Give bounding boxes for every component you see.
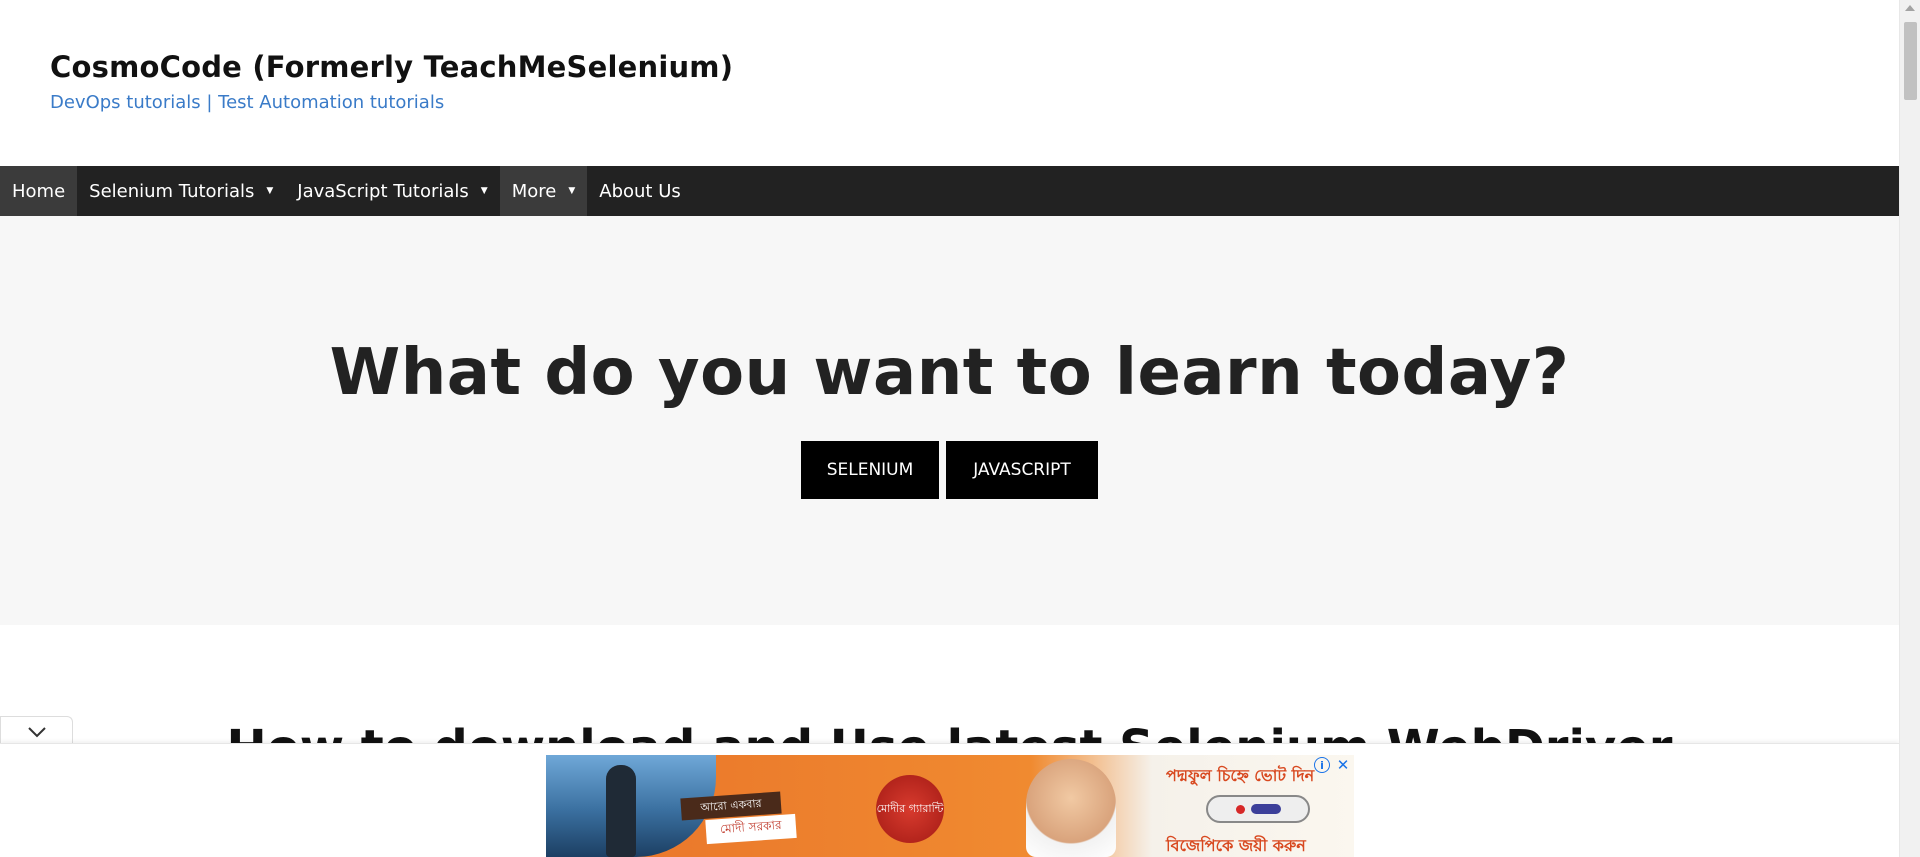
info-icon[interactable]: i	[1314, 757, 1330, 773]
nav-item-selenium-tutorials[interactable]: Selenium Tutorials ▼	[77, 166, 285, 216]
site-title[interactable]: CosmoCode (Formerly TeachMeSelenium)	[50, 50, 733, 84]
nav-item-label: Home	[12, 180, 66, 202]
caret-down-icon: ▼	[568, 186, 576, 196]
nav-item-label: About Us	[599, 180, 681, 202]
hero-title: What do you want to learn today?	[329, 336, 1570, 410]
vertical-scrollbar[interactable]	[1899, 0, 1920, 857]
caret-down-icon: ▼	[480, 186, 488, 196]
ad-statue-image	[606, 765, 636, 857]
nav-item-home[interactable]: Home	[0, 166, 78, 216]
close-icon[interactable]: ✕	[1334, 756, 1352, 774]
ad-label-line2: মোদী সরকার	[705, 813, 797, 845]
site-header: CosmoCode (Formerly TeachMeSelenium) Dev…	[0, 0, 1899, 166]
ad-collapse-toggle[interactable]	[0, 716, 73, 746]
nav-item-about-us[interactable]: About Us	[587, 166, 693, 216]
evm-red-dot-icon	[1235, 804, 1245, 814]
nav-item-label: More	[511, 180, 557, 202]
page: CosmoCode (Formerly TeachMeSelenium) Dev…	[0, 0, 1899, 857]
chevron-down-icon	[27, 726, 46, 737]
evm-button-icon	[1250, 804, 1281, 814]
nav-item-more[interactable]: More ▼	[499, 166, 588, 216]
hero-section: What do you want to learn today? SELENIU…	[0, 216, 1899, 625]
ad-headline: পদ্মফুল চিহ্নে ভোট দিন	[1166, 766, 1315, 785]
ad-seal: মোদীর গ্যারান্টি	[876, 775, 944, 843]
nav-item-label: JavaScript Tutorials	[297, 180, 469, 202]
scrollbar-thumb[interactable]	[1904, 22, 1917, 100]
nav-item-label: Selenium Tutorials	[89, 180, 255, 202]
scroll-up-arrow-icon[interactable]	[1905, 5, 1915, 11]
ad-cta: বিজেপিকে জয়ী করুন	[1166, 836, 1306, 855]
hero-buttons: SELENIUM JAVASCRIPT	[0, 441, 1899, 499]
ad-banner[interactable]: আরো একবার মোদী সরকার মোদীর গ্যারান্টি পদ…	[546, 755, 1354, 857]
main-navigation: Home Selenium Tutorials ▼ JavaScript Tut…	[0, 166, 1899, 216]
nav-item-javascript-tutorials[interactable]: JavaScript Tutorials ▼	[285, 166, 499, 216]
ad-evm-graphic	[1206, 795, 1310, 823]
caret-down-icon: ▼	[266, 186, 274, 196]
ad-portrait-image	[1026, 759, 1116, 857]
javascript-button[interactable]: JAVASCRIPT	[946, 441, 1098, 499]
selenium-button[interactable]: SELENIUM	[801, 441, 939, 499]
site-tagline: DevOps tutorials | Test Automation tutor…	[50, 92, 445, 113]
